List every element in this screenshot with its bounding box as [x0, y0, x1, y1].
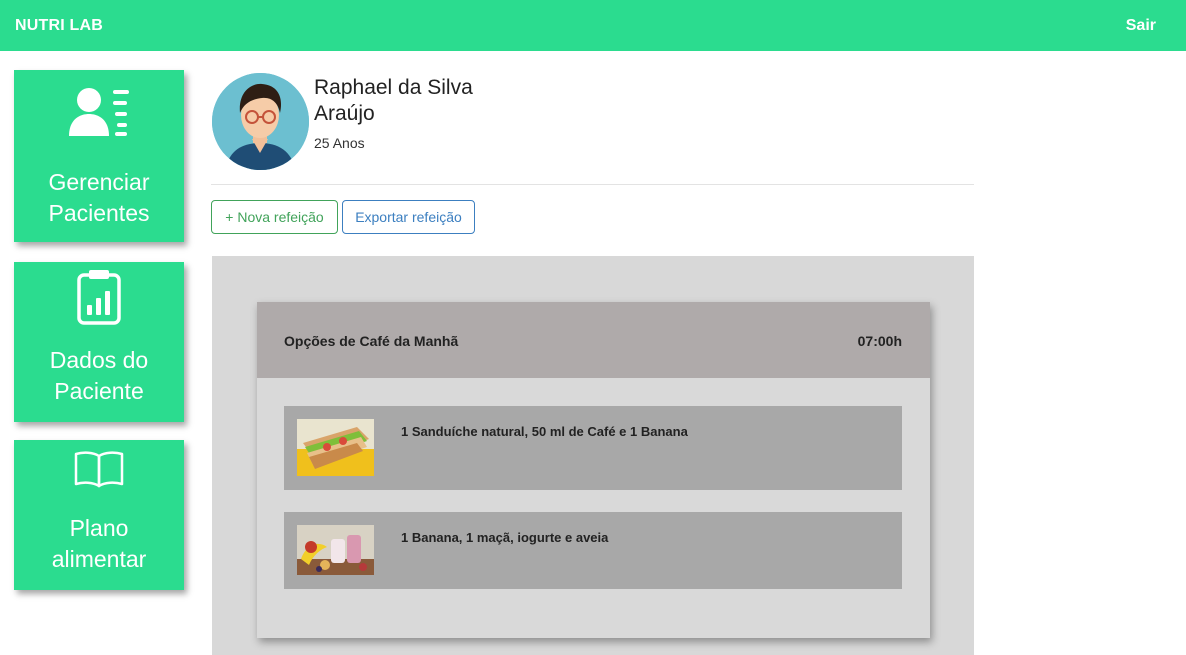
top-navbar: NUTRI LAB Sair — [0, 0, 1186, 51]
sidebar-item-label: Dados do — [49, 347, 149, 373]
meal-time: 07:00h — [857, 333, 902, 349]
export-meal-button[interactable]: Exportar refeição — [342, 200, 475, 234]
sidebar-item-label: Pacientes — [48, 200, 150, 226]
sidebar-item-label: alimentar — [51, 546, 147, 572]
fruit-yogurt-photo — [297, 525, 374, 575]
sidebar-item-patient-data[interactable]: Dados do Paciente — [14, 262, 184, 422]
sidebar-item-label: Plano — [69, 515, 129, 541]
sidebar-item-meal-plan[interactable]: Plano alimentar — [14, 440, 184, 590]
meal-option[interactable]: 1 Sanduíche natural, 50 ml de Café e 1 B… — [284, 406, 902, 490]
new-meal-button[interactable]: + Nova refeição — [211, 200, 338, 234]
patient-name: Raphael da Silva Araújo — [314, 75, 514, 127]
sidebar-item-manage-patients[interactable]: Gerenciar Pacientes — [14, 70, 184, 242]
clipboard-chart-icon — [76, 269, 122, 330]
sandwich-photo — [297, 419, 374, 476]
patient-name-line: Raphael da Silva — [314, 76, 473, 99]
meal-card: Opções de Café da Manhã 07:00h 1 Sanduíc… — [257, 302, 930, 638]
open-book-icon — [73, 450, 125, 493]
divider — [211, 184, 974, 185]
logout-link[interactable]: Sair — [1126, 17, 1156, 35]
meal-option[interactable]: 1 Banana, 1 maçã, iogurte e aveia — [284, 512, 902, 589]
brand-logo-text[interactable]: NUTRI LAB — [15, 17, 103, 35]
sidebar-item-label: Gerenciar — [48, 169, 150, 195]
meal-option-text: 1 Banana, 1 maçã, iogurte e aveia — [401, 530, 609, 545]
patient-name-line: Araújo — [314, 102, 375, 125]
patient-age: 25 Anos — [314, 135, 365, 151]
patient-avatar — [212, 73, 309, 170]
patient-list-icon — [67, 86, 131, 145]
meal-card-header: Opções de Café da Manhã 07:00h — [257, 302, 930, 378]
meal-option-text: 1 Sanduíche natural, 50 ml de Café e 1 B… — [401, 424, 688, 439]
sidebar-item-label: Paciente — [54, 378, 144, 404]
meal-title: Opções de Café da Manhã — [284, 333, 459, 349]
